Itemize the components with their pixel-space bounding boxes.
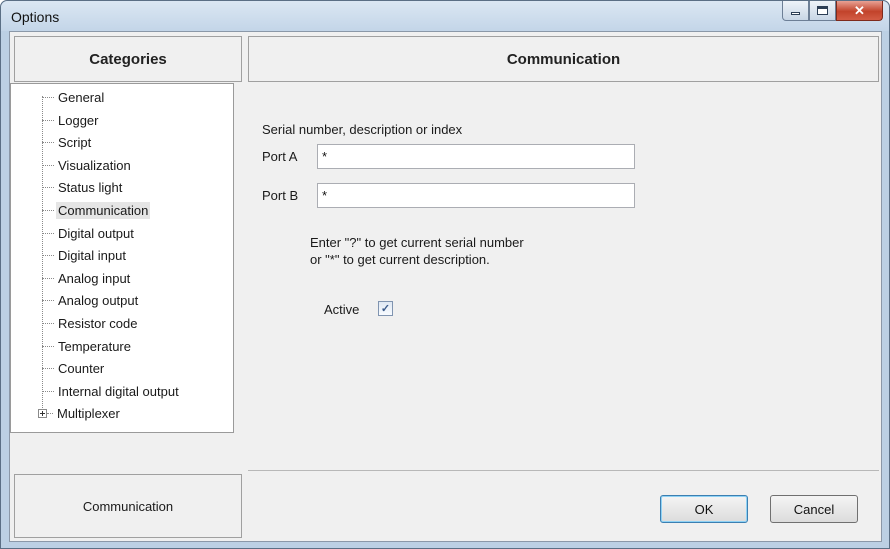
tree-item-label: Status light xyxy=(58,179,123,195)
tree-item-label: Communication xyxy=(56,201,151,219)
tree-item-label: Logger xyxy=(58,112,99,128)
title-bar[interactable]: Options ✕ xyxy=(1,1,889,31)
section-label: Serial number, description or index xyxy=(262,122,463,137)
port-b-label: Port B xyxy=(262,188,299,203)
maximize-button[interactable] xyxy=(809,1,836,21)
close-icon: ✕ xyxy=(854,2,865,18)
tree-item[interactable]: Multiplexer xyxy=(11,402,122,424)
tree-connector xyxy=(42,141,54,143)
tree-item-label: Temperature xyxy=(58,338,131,354)
panel-header: Communication xyxy=(248,36,879,82)
tree-connector xyxy=(42,390,54,392)
tree-item-label: Digital input xyxy=(58,247,126,263)
window-controls: ✕ xyxy=(782,1,883,22)
tree-item[interactable]: Digital output xyxy=(11,222,136,244)
tree-item[interactable]: Script xyxy=(11,131,93,153)
checkmark-icon: ✓ xyxy=(380,303,391,315)
tree-item[interactable]: Analog input xyxy=(11,267,132,289)
close-button[interactable]: ✕ xyxy=(836,1,883,21)
tree-item-label: Visualization xyxy=(58,157,131,173)
tree-item-label: Analog output xyxy=(58,292,139,308)
tree-item-label: Multiplexer xyxy=(57,405,120,421)
categories-tree[interactable]: General Logger Script Visualization Status l… xyxy=(10,83,234,433)
tree-item-label: Internal digital output xyxy=(58,383,179,399)
options-window: Options ✕ Categories Communication Commu… xyxy=(0,0,890,549)
tree-item-label: General xyxy=(58,89,105,105)
tree-connector xyxy=(42,209,54,211)
tree-connector xyxy=(42,232,54,234)
active-checkbox[interactable]: ✓ xyxy=(378,301,393,316)
tree-connector xyxy=(42,96,54,98)
maximize-icon xyxy=(817,6,828,15)
tree-item[interactable]: Logger xyxy=(11,109,100,131)
tree-item-label: Counter xyxy=(58,360,105,376)
tree-connector xyxy=(42,277,54,279)
tree-item[interactable]: Temperature xyxy=(11,335,133,357)
button-separator xyxy=(248,470,879,471)
hint-line-1: Enter "?" to get current serial number xyxy=(310,235,524,250)
minimize-button[interactable] xyxy=(782,1,809,21)
selected-category-footer: Communication xyxy=(14,474,242,538)
tree-item-label: Script xyxy=(58,134,92,150)
active-label: Active xyxy=(324,302,360,317)
tree-item[interactable]: Internal digital output xyxy=(11,380,181,402)
tree-connector xyxy=(42,119,54,121)
tree-item[interactable]: Analog output xyxy=(11,289,140,311)
tree-item[interactable]: Resistor code xyxy=(11,312,139,334)
tree-item-label: Analog input xyxy=(58,270,131,286)
tree-connector xyxy=(42,322,54,324)
window-title: Options xyxy=(11,9,60,25)
tree-connector xyxy=(42,164,54,166)
cancel-button[interactable]: Cancel xyxy=(770,495,858,523)
tree-item-label: Resistor code xyxy=(58,315,138,331)
tree-item[interactable]: Status light xyxy=(11,176,124,198)
tree-connector xyxy=(42,254,54,256)
tree-connector xyxy=(42,186,54,188)
tree-connector xyxy=(47,412,53,414)
port-a-label: Port A xyxy=(262,149,298,164)
minimize-icon xyxy=(791,12,800,15)
categories-header: Categories xyxy=(14,36,242,82)
tree-connector xyxy=(42,367,54,369)
tree-item[interactable]: Visualization xyxy=(11,154,133,176)
tree-item[interactable]: General xyxy=(11,86,106,108)
hint-line-2: or "*" to get current description. xyxy=(310,252,490,267)
port-a-input[interactable] xyxy=(317,144,635,169)
tree-connector xyxy=(42,345,54,347)
tree-connector xyxy=(42,299,54,301)
port-b-input[interactable] xyxy=(317,183,635,208)
ok-button[interactable]: OK xyxy=(660,495,748,523)
tree-item[interactable]: Communication xyxy=(11,199,151,221)
tree-item[interactable]: Digital input xyxy=(11,244,128,266)
hint-text: Enter "?" to get current serial number o… xyxy=(310,234,524,268)
tree-item-label: Digital output xyxy=(58,225,134,241)
expand-icon[interactable] xyxy=(38,408,47,418)
tree-item[interactable]: Counter xyxy=(11,357,106,379)
